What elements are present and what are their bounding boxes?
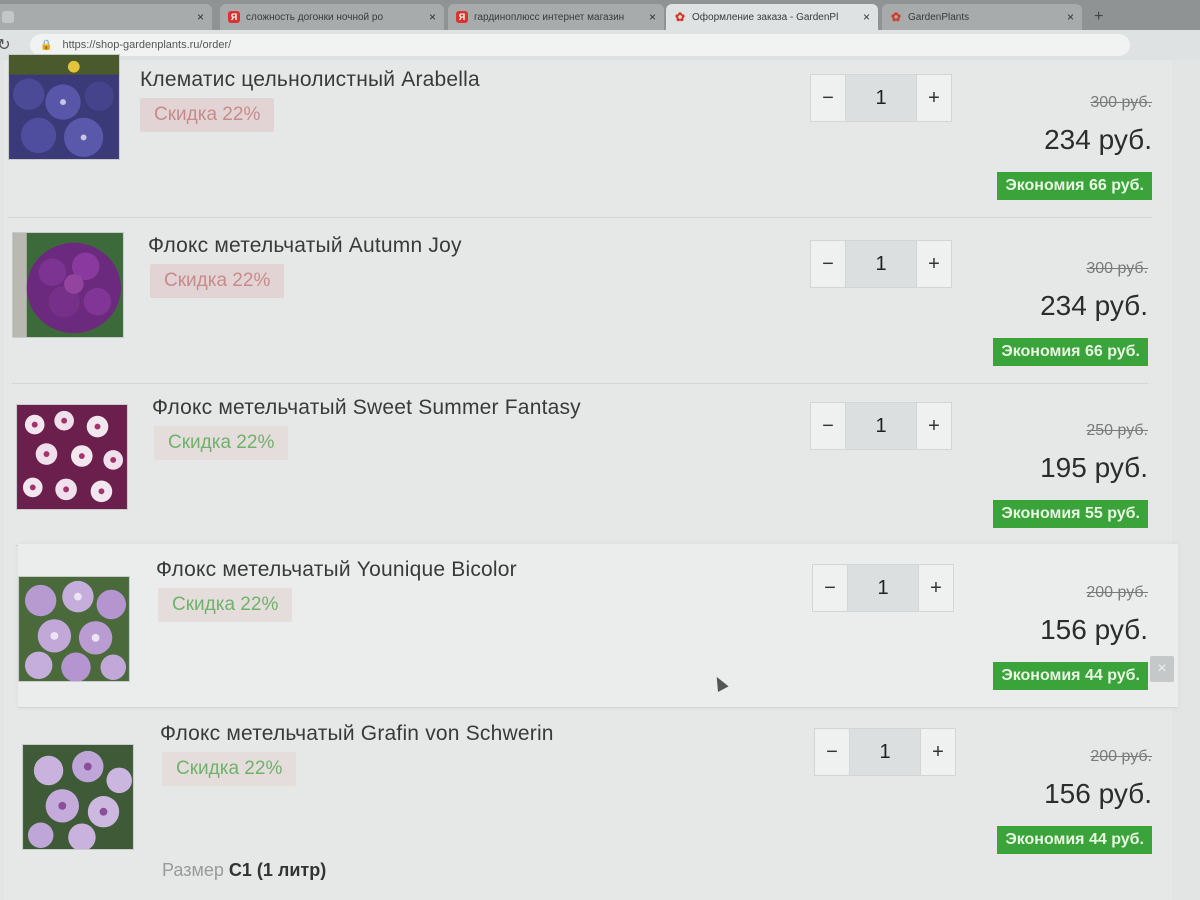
cart-item: Клематис цельнолистный Arabella Скидка 2… (8, 54, 1152, 218)
cart-item: Флокс метельчатый Grafin von Schwerin Ск… (22, 708, 1152, 900)
tab-close-icon[interactable]: × (649, 10, 656, 24)
old-price: 200 руб. (1090, 748, 1152, 765)
browser-tab-bar: × Я сложность догонки ночной ро × Я гард… (0, 0, 1200, 30)
quantity-value[interactable]: 1 (845, 403, 917, 449)
decrease-qty-button[interactable]: − (811, 241, 845, 287)
new-price: 234 руб. (1040, 290, 1148, 321)
quantity-value[interactable]: 1 (845, 241, 917, 287)
browser-tab-4[interactable]: ✿ GardenPlants × (882, 4, 1082, 30)
quantity-value[interactable]: 1 (849, 729, 921, 775)
savings-badge: Экономия 66 руб. (997, 172, 1152, 200)
savings-badge: Экономия 66 руб. (993, 338, 1148, 366)
url-text: https://shop-gardenplants.ru/order/ (62, 39, 232, 51)
yandex-favicon-icon: Я (456, 11, 468, 23)
increase-qty-button[interactable]: + (917, 241, 951, 287)
quantity-value[interactable]: 1 (845, 75, 917, 121)
tab-close-icon[interactable]: × (429, 10, 436, 24)
yandex-favicon-icon: Я (228, 11, 240, 23)
order-page: Клематис цельнолистный Arabella Скидка 2… (0, 54, 1200, 900)
browser-tab-2[interactable]: Я гардиноплюсс интернет магазин × (448, 4, 664, 30)
decrease-qty-button[interactable]: − (813, 565, 847, 611)
new-price: 234 руб. (1044, 124, 1152, 155)
cart-list: Клематис цельнолистный Arabella Скидка 2… (4, 54, 1178, 900)
product-photo-grafin-von-schwerin (22, 744, 134, 850)
product-photo-sweet-summer-fantasy (16, 404, 128, 510)
savings-badge: Экономия 44 руб. (997, 826, 1152, 854)
cart-item: Флокс метельчатый Younique Bicolor Скидк… (18, 544, 1178, 708)
quantity-stepper: − 1 + (810, 74, 952, 122)
size-value: C1 (1 литр) (228, 860, 327, 880)
product-name[interactable]: Клематис цельнолистный Arabella (140, 68, 480, 92)
increase-qty-button[interactable]: + (919, 565, 953, 611)
tab-label: сложность догонки ночной ро (246, 11, 384, 23)
old-price: 200 руб. (1086, 584, 1148, 601)
increase-qty-button[interactable]: + (917, 403, 951, 449)
product-name[interactable]: Флокс метельчатый Grafin von Schwerin (160, 722, 554, 746)
discount-badge: Скидка 22% (154, 426, 289, 460)
size-line: Размер C1 (1 литр) (162, 860, 326, 881)
quantity-stepper: − 1 + (810, 240, 952, 288)
cart-item: Флокс метельчатый Sweet Summer Fantasy С… (16, 382, 1148, 546)
new-tab-button[interactable]: + (1094, 8, 1103, 26)
cart-item: Флокс метельчатый Autumn Joy Скидка 22% … (12, 220, 1148, 384)
quantity-stepper: − 1 + (814, 728, 956, 776)
product-photo-younique-bicolor (18, 576, 130, 682)
new-price: 156 руб. (1044, 778, 1152, 809)
product-name[interactable]: Флокс метельчатый Autumn Joy (148, 234, 462, 258)
old-price: 250 руб. (1086, 422, 1148, 439)
browser-tab-1[interactable]: Я сложность догонки ночной ро × (220, 4, 444, 30)
discount-badge: Скидка 22% (158, 588, 293, 622)
quantity-value[interactable]: 1 (847, 565, 919, 611)
new-price: 156 руб. (1040, 614, 1148, 645)
product-photo-autumn-joy (12, 232, 124, 338)
tab-close-icon[interactable]: × (1067, 10, 1074, 24)
quantity-stepper: − 1 + (812, 564, 954, 612)
increase-qty-button[interactable]: + (921, 729, 955, 775)
size-label: Размер (162, 860, 229, 880)
tab-label: GardenPlants (908, 11, 970, 23)
remove-item-button[interactable]: × (1150, 656, 1174, 682)
tab-label: гардиноплюсс интернет магазин (474, 11, 625, 23)
browser-tab-0[interactable]: × (0, 4, 212, 30)
browser-tab-3-active[interactable]: ✿ Оформление заказа - GardenPl × (666, 4, 878, 30)
quantity-stepper: − 1 + (810, 402, 952, 450)
tab-label: Оформление заказа - GardenPl (692, 11, 839, 23)
savings-badge: Экономия 55 руб. (993, 500, 1148, 528)
leaf-favicon-icon: ✿ (674, 10, 686, 24)
tab-close-icon[interactable]: × (863, 10, 870, 24)
decrease-qty-button[interactable]: − (811, 75, 845, 121)
product-photo-clematis (8, 54, 120, 160)
tab-close-icon[interactable]: × (197, 10, 204, 24)
url-field[interactable]: 🔒 https://shop-gardenplants.ru/order/ (30, 34, 1130, 56)
old-price: 300 руб. (1090, 94, 1152, 111)
decrease-qty-button[interactable]: − (811, 403, 845, 449)
new-price: 195 руб. (1040, 452, 1148, 483)
decrease-qty-button[interactable]: − (815, 729, 849, 775)
tab-favicon-icon (2, 11, 14, 23)
lock-icon: 🔒 (40, 39, 53, 51)
product-name[interactable]: Флокс метельчатый Younique Bicolor (156, 558, 517, 582)
leaf-favicon-icon: ✿ (890, 10, 902, 24)
product-name[interactable]: Флокс метельчатый Sweet Summer Fantasy (152, 396, 581, 420)
discount-badge: Скидка 22% (162, 752, 297, 786)
discount-badge: Скидка 22% (150, 264, 285, 298)
discount-badge: Скидка 22% (140, 98, 275, 132)
reload-icon[interactable]: ↻ (0, 35, 16, 55)
increase-qty-button[interactable]: + (917, 75, 951, 121)
old-price: 300 руб. (1086, 260, 1148, 277)
savings-badge: Экономия 44 руб. (993, 662, 1148, 690)
